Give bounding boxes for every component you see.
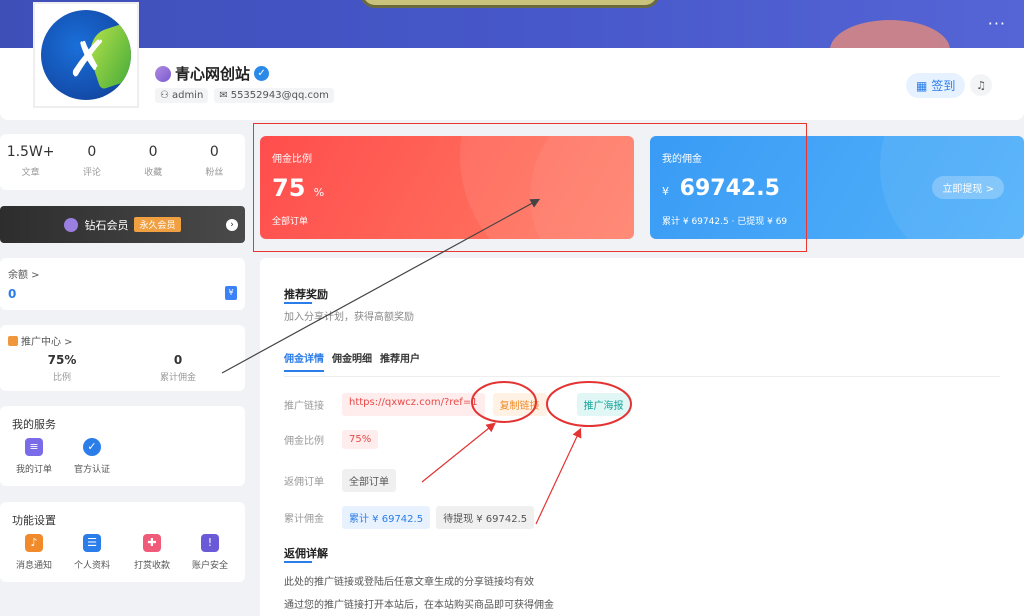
promo-poster-button[interactable]: 推广海报	[576, 393, 631, 416]
tab-referred-users[interactable]: 推荐用户	[380, 350, 420, 372]
id-card-icon: ☰	[83, 534, 101, 552]
vip-label: 钻石会员	[84, 218, 129, 232]
referral-panel: 推荐奖励 加入分享计划，获得高额奖励 佣金详情 佣金明细 推荐用户 推广链接 h…	[260, 258, 1024, 616]
my-commission-card: 我的佣金 ¥ 69742.5 累计 ¥ 69742.5 · 已提现 ¥ 69 立…	[650, 136, 1024, 239]
bell-icon[interactable]: ♫	[970, 74, 992, 96]
balance-value: 0	[8, 287, 17, 301]
more-icon[interactable]: ···	[988, 14, 1006, 33]
detail-title-underline	[284, 561, 312, 563]
row-rebate-orders: 返佣订单 全部订单	[284, 469, 396, 492]
my-services-card: 我的服务 ≡ 我的订单 ✓ 官方认证	[0, 406, 245, 486]
stat-followers[interactable]: 0 粉丝	[184, 134, 245, 190]
settings-title: 功能设置	[12, 514, 56, 527]
commission-tabs: 佣金详情 佣金明细 推荐用户	[284, 350, 420, 372]
promo-center-title[interactable]: 推广中心 >	[8, 333, 73, 348]
official-verification-button[interactable]: ✓ 官方认证	[62, 438, 122, 475]
commission-ratio-card: 佣金比例 75 % 全部订单	[260, 136, 634, 239]
diamond-icon	[64, 217, 79, 232]
detail-title: 返佣详解	[284, 547, 328, 560]
verified-icon: ✓	[254, 66, 270, 81]
user-stats: 1.5W+ 文章 0 评论 0 收藏 0 粉丝	[0, 134, 245, 190]
stat-articles[interactable]: 1.5W+ 文章	[0, 134, 61, 190]
row-referral-link: 推广链接 https://qxwcz.com/?ref=1 复制链接 推广海报	[284, 393, 631, 416]
gift-icon: ✚	[143, 534, 161, 552]
banner-decoration-blob	[830, 20, 950, 48]
my-commission-value: ¥ 69742.5	[662, 176, 780, 201]
section-title-underline	[284, 302, 312, 304]
diamond-icon	[155, 65, 171, 82]
bell-icon: ♪	[25, 534, 43, 552]
site-name-text: 青心网创站	[175, 65, 251, 83]
account-security-button[interactable]: ! 账户安全	[180, 534, 240, 571]
my-commission-title: 我的佣金	[662, 154, 702, 165]
notifications-button[interactable]: ♪ 消息通知	[4, 534, 64, 571]
checkin-button[interactable]: ▦ 签到	[906, 73, 966, 98]
mail-icon: ✉	[219, 90, 228, 101]
ratio-value: 75%	[342, 430, 379, 449]
balance-title[interactable]: 余额 >	[8, 266, 40, 281]
row-commission-ratio: 佣金比例 75%	[284, 430, 379, 449]
profile-banner: ···	[0, 0, 1024, 48]
verified-shield-icon: ✓	[83, 438, 101, 456]
profile-button[interactable]: ☰ 个人资料	[62, 534, 122, 571]
referral-link-value[interactable]: https://qxwcz.com/?ref=1	[342, 393, 485, 416]
section-title: 推荐奖励	[284, 288, 328, 301]
site-logo: ✗	[41, 10, 131, 100]
tip-receive-button[interactable]: ✚ 打赏收款	[122, 534, 182, 571]
card-decoration	[530, 136, 634, 239]
detail-line-1: 此处的推广链接或登陆后任意文章生成的分享链接均有效	[284, 577, 534, 588]
vip-bar[interactable]: 钻石会员 永久会员 ›	[0, 206, 245, 243]
profile-header: 青心网创站 ✓ ⚇ admin ✉ 55352943@qq.com ▦ 签到 ♫	[0, 48, 1024, 120]
feature-settings-card: 功能设置 ♪ 消息通知 ☰ 个人资料 ✚ 打赏收款 ! 账户安全	[0, 502, 245, 582]
calendar-icon: ▦	[916, 78, 928, 93]
commission-value: 75 %	[272, 174, 325, 202]
promo-center-card[interactable]: 推广中心 > 75% 比例 0 累计佣金	[0, 325, 245, 391]
tab-commission-records[interactable]: 佣金明细	[332, 350, 372, 372]
vip-badge: 永久会员	[134, 217, 181, 232]
shield-icon: !	[201, 534, 219, 552]
withdraw-button[interactable]: 立即提现 >	[932, 176, 1004, 199]
pending-withdraw-value: 待提现 ¥ 69742.5	[436, 506, 535, 529]
commission-subtitle: 全部订单	[272, 217, 309, 227]
promo-icon	[8, 335, 18, 346]
clipboard-icon: ≡	[25, 438, 43, 456]
profile-tags: ⚇ admin ✉ 55352943@qq.com	[155, 88, 334, 103]
copy-link-button[interactable]: 复制链接	[492, 393, 547, 416]
section-subtitle: 加入分享计划，获得高额奖励	[284, 312, 414, 323]
balance-card[interactable]: 余额 > 0 ¥	[0, 258, 245, 310]
promo-total: 0 累计佣金	[159, 353, 196, 383]
site-name: 青心网创站 ✓	[155, 63, 270, 84]
tab-divider	[284, 376, 1000, 377]
row-total-commission: 累计佣金 累计 ¥ 69742.5 待提现 ¥ 69742.5	[284, 506, 535, 529]
email-tag: ✉ 55352943@qq.com	[214, 88, 334, 103]
stat-comments[interactable]: 0 评论	[61, 134, 122, 190]
avatar[interactable]: ✗	[33, 2, 139, 108]
tab-commission-details[interactable]: 佣金详情	[284, 350, 324, 372]
orders-value: 全部订单	[342, 469, 396, 492]
chevron-right-icon[interactable]: ›	[226, 218, 238, 231]
wallet-icon[interactable]: ¥	[225, 286, 237, 300]
user-icon: ⚇	[160, 90, 169, 101]
commission-title: 佣金比例	[272, 154, 312, 165]
logo-x: ✗	[67, 30, 109, 88]
services-title: 我的服务	[12, 418, 56, 431]
detail-line-2: 通过您的推广链接打开本站后，在本站购买商品即可获得佣金	[284, 600, 554, 611]
total-commission-value: 累计 ¥ 69742.5	[342, 506, 431, 529]
stat-favorites[interactable]: 0 收藏	[123, 134, 184, 190]
my-commission-summary: 累计 ¥ 69742.5 · 已提现 ¥ 69	[662, 217, 788, 227]
username-tag: ⚇ admin	[155, 88, 209, 103]
promo-ratio: 75% 比例	[47, 353, 77, 383]
my-orders-button[interactable]: ≡ 我的订单	[4, 438, 64, 475]
banner-decoration-pill	[360, 0, 660, 8]
